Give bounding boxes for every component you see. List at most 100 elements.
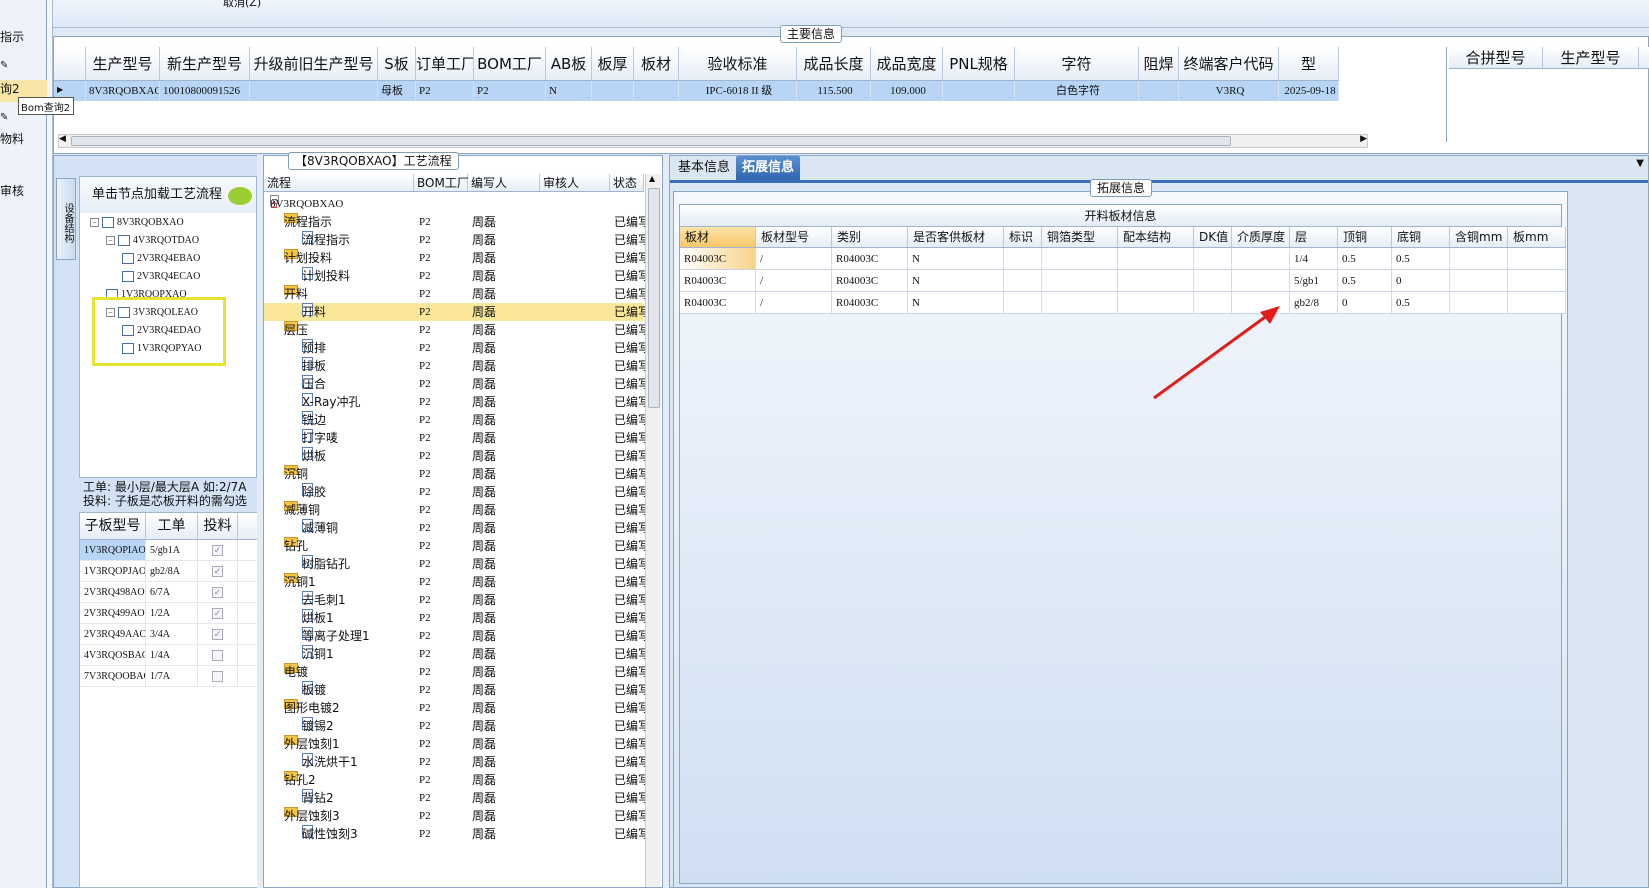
column-header[interactable]: 升级前旧生产型号 [250,47,378,80]
table-cell[interactable]: 8V3RQOBXAO [86,81,160,101]
process-row[interactable]: 减薄铜 P2 周磊 已编写 [264,519,650,537]
work-order-cell[interactable]: 1/2A [146,603,198,623]
sub-model-cell[interactable]: 2V3RQ498AO [80,582,146,602]
process-row[interactable]: 预排 P2 周磊 已编写 [264,339,650,357]
process-row[interactable]: −钻孔2P2周磊已编写 [264,771,650,789]
table-cell[interactable]: N [546,81,592,101]
nav-item-instruction[interactable]: 指示 [0,28,24,45]
process-row[interactable]: −层压P2周磊已编写 [264,321,650,339]
feed-checkbox[interactable]: ✓ [212,587,223,599]
column-header[interactable]: 验收标准 [679,47,797,80]
column-header[interactable]: 合拼型号 [1449,47,1543,68]
vertical-scrollbar[interactable]: ▲ [645,174,661,887]
process-row[interactable]: 流程指示 P2 周磊 已编写 [264,231,650,249]
column-header[interactable]: DK值 [1194,227,1232,247]
table-cell[interactable]: 母板 [378,81,416,101]
process-row[interactable]: 去毛刺1 P2 周磊 已编写 [264,591,650,609]
column-header[interactable]: BOM工厂 [474,47,546,80]
table-cell[interactable]: N [908,248,1004,269]
column-header[interactable]: 含铜mm [1450,227,1508,247]
table-cell[interactable]: 10010800091526 [160,81,250,101]
process-root[interactable]: − ⌂ 8V3RQOBXAO [264,195,644,213]
table-cell[interactable]: 白色字符 [1015,81,1139,101]
column-header[interactable]: 是否客供板材 [908,227,1004,247]
table-cell[interactable]: N [908,270,1004,291]
table-cell[interactable]: R04003C [832,248,908,269]
table-cell[interactable] [1042,248,1118,269]
column-header[interactable]: 字符 [1015,47,1139,80]
sub-model-cell[interactable]: 4V3RQOSBAO [80,645,146,665]
sub-model-cell[interactable]: 2V3RQ49AAO [80,624,146,644]
table-cell[interactable] [1508,292,1566,313]
table-cell[interactable]: 0.5 [1338,248,1392,269]
tree-node[interactable]: − 8V3RQOBXAO [90,217,184,229]
table-cell[interactable]: / [756,270,832,291]
feed-checkbox[interactable]: ✓ [212,566,223,578]
work-order-cell[interactable]: 5/gb1A [146,540,198,560]
feed-checkbox[interactable]: ✓ [212,629,223,641]
sub-model-cell[interactable]: 1V3RQOPIAO [80,540,146,560]
table-cell[interactable] [1450,248,1508,269]
process-row[interactable]: −流程指示P2周磊已编写 [264,213,650,231]
nav-item-audit[interactable]: 审核 [0,182,24,199]
column-header[interactable]: 状态 [610,174,644,191]
column-header[interactable]: 型 [1279,47,1339,80]
table-row[interactable]: R04003C / R04003C Ngb2/8 0 0.5 [680,292,1566,314]
table-cell[interactable]: R04003C [680,270,756,291]
column-header[interactable]: 介质厚度 [1232,227,1290,247]
process-row[interactable]: −减薄铜P2周磊已编写 [264,501,650,519]
table-cell[interactable] [1042,292,1118,313]
tab-menu-icon[interactable]: ▼ [1636,158,1644,169]
process-row[interactable]: 烘板 P2 周磊 已编写 [264,447,650,465]
table-cell[interactable] [1139,81,1179,101]
column-header[interactable]: 配本结构 [1118,227,1194,247]
process-row[interactable]: 计划投料 P2 周磊 已编写 [264,267,650,285]
feed-checkbox[interactable] [212,671,223,683]
table-row[interactable]: 2V3RQ499AO 1/2A ✓ [80,603,258,624]
scroll-thumb[interactable] [648,188,660,408]
column-header[interactable]: 板材 [680,227,756,247]
process-row[interactable]: 排板 P2 周磊 已编写 [264,357,650,375]
process-row[interactable]: 板镀 P2 周磊 已编写 [264,681,650,699]
process-row[interactable]: −外层蚀刻3P2周磊已编写 [264,807,650,825]
table-cell[interactable]: 0 [1392,270,1450,291]
side-tab-structure[interactable]: 设备结构 [56,178,76,260]
tab-extended-info[interactable]: 拓展信息 [736,156,801,180]
table-cell[interactable]: 0.5 [1392,292,1450,313]
table-cell[interactable]: N [908,292,1004,313]
table-cell[interactable] [250,81,378,101]
sub-model-cell[interactable]: 2V3RQ499AO [80,603,146,623]
scroll-right-icon[interactable]: ▶ [1360,134,1367,144]
column-header[interactable]: 铜箔类型 [1042,227,1118,247]
process-row[interactable]: 沉铜1 P2 周磊 已编写 [264,645,650,663]
table-cell[interactable] [1004,292,1042,313]
table-cell[interactable]: 0.5 [1392,248,1450,269]
toolbar-cancel[interactable]: 取消(Z) [223,0,261,10]
table-row[interactable]: 1V3RQOPJAO gb2/8A ✓ [80,561,258,582]
process-row[interactable]: −图形电镀2P2周磊已编写 [264,699,650,717]
table-cell[interactable] [943,81,1015,101]
process-row[interactable]: −沉铜1P2周磊已编写 [264,573,650,591]
table-cell[interactable] [1004,270,1042,291]
table-cell[interactable]: P2 [416,81,474,101]
table-row[interactable]: 8V3RQOBXAO 10010800091526 母板 P2 P2 N IPC-6018 … [54,81,1339,101]
column-header[interactable]: AB板 [546,47,592,80]
process-row[interactable]: 铣边 P2 周磊 已编写 [264,411,650,429]
column-header[interactable]: 板材型号 [756,227,832,247]
table-cell[interactable] [1450,292,1508,313]
column-header[interactable]: 阻焊 [1139,47,1179,80]
process-row[interactable]: 开料 P2 周磊 已编写 [264,303,650,321]
sub-model-cell[interactable]: 1V3RQOPJAO [80,561,146,581]
table-cell[interactable]: R04003C [832,270,908,291]
process-row[interactable]: −开料P2周磊已编写 [264,285,650,303]
table-cell[interactable] [1194,270,1232,291]
process-row[interactable]: 等离子处理1 P2 周磊 已编写 [264,627,650,645]
column-header[interactable]: 成品宽度 [871,47,943,80]
work-order-cell[interactable]: 1/4A [146,645,198,665]
table-cell[interactable] [1194,248,1232,269]
table-cell[interactable]: 2025-09-18 [1279,81,1339,101]
column-header[interactable]: 板mm [1508,227,1566,247]
table-row[interactable]: 2V3RQ498AO 6/7A ✓ [80,582,258,603]
column-header[interactable]: 投料 [198,513,238,539]
table-row[interactable]: R04003C / R04003C N 1/4 0.5 0.5 [680,248,1566,270]
